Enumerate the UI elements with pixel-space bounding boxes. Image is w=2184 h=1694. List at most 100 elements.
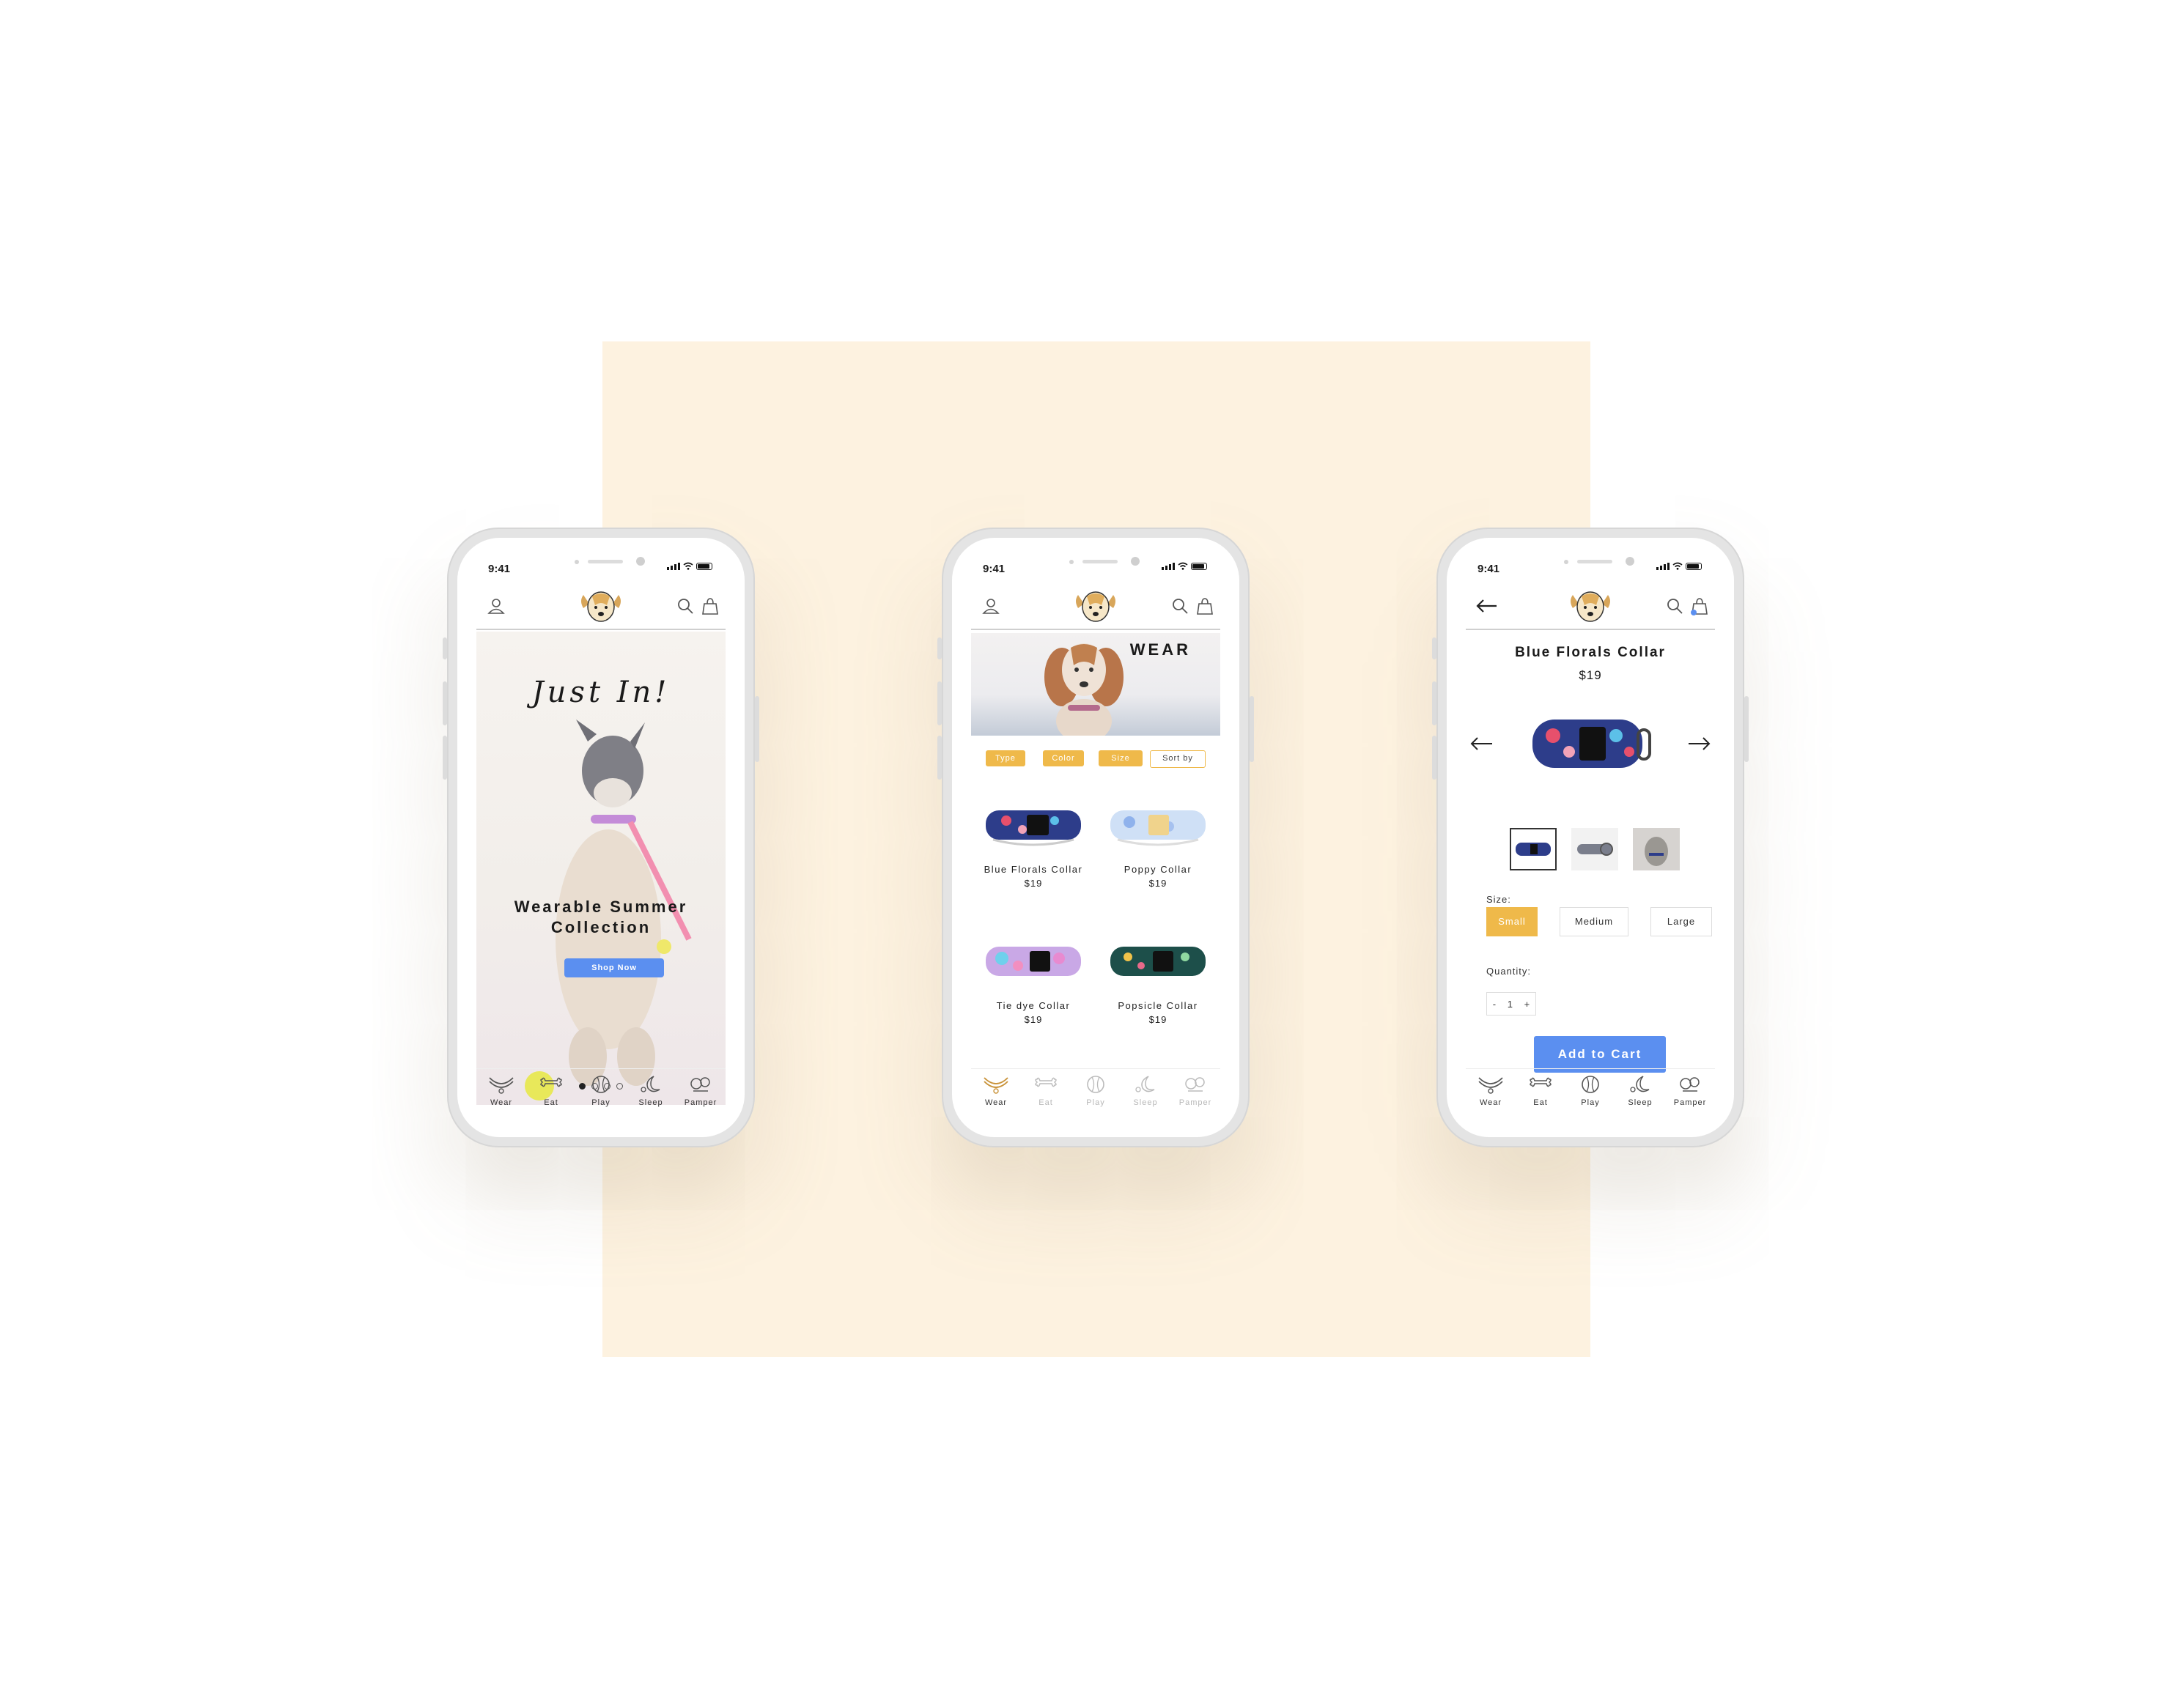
moon-icon	[1135, 1076, 1155, 1092]
status-indicators	[1656, 562, 1702, 570]
filter-color-chip[interactable]: Color	[1043, 750, 1084, 766]
tab-label: Sleep	[1133, 1098, 1158, 1107]
hero-banner[interactable]: Just In! Wearable Summer Collection Shop…	[476, 632, 726, 1105]
tab-label: Eat	[1038, 1098, 1053, 1107]
bone-icon	[1035, 1077, 1057, 1087]
thumbnail-2[interactable]	[1571, 828, 1618, 870]
product-name: Popsicle Collar	[1118, 1000, 1198, 1011]
tab-label: Pamper	[1178, 1098, 1212, 1107]
shopping-bag-icon[interactable]	[701, 596, 720, 615]
spaniel-photo	[1044, 643, 1124, 736]
front-camera	[1626, 557, 1634, 566]
collar-icon	[489, 1077, 514, 1094]
signal-icon	[667, 563, 680, 570]
tab-label: Play	[591, 1098, 610, 1107]
add-to-cart-button[interactable]: Add to Cart	[1534, 1036, 1666, 1073]
product-name: Tie dye Collar	[996, 1000, 1071, 1011]
sort-by-button[interactable]: Sort by	[1150, 750, 1206, 768]
tab-pamper[interactable]: Pamper	[676, 1069, 726, 1121]
side-button	[443, 681, 447, 725]
side-button	[1744, 696, 1749, 762]
bone-icon	[1530, 1077, 1552, 1087]
ball-icon	[1582, 1076, 1599, 1093]
shopping-bag-icon[interactable]	[1195, 596, 1214, 615]
tab-eat[interactable]: Eat	[526, 1069, 576, 1121]
search-icon[interactable]	[1170, 596, 1189, 615]
collar-icon	[1478, 1077, 1503, 1094]
shopping-bag-icon[interactable]	[1690, 596, 1709, 615]
filter-type-chip[interactable]: Type	[986, 750, 1025, 766]
dog-logo-icon[interactable]	[578, 586, 624, 627]
signal-icon	[1162, 563, 1175, 570]
tab-label: Pamper	[684, 1098, 717, 1107]
thumbnail-3[interactable]	[1633, 828, 1680, 870]
shop-now-button[interactable]: Shop Now	[564, 958, 664, 977]
status-time: 9:41	[983, 563, 1006, 575]
front-camera	[636, 557, 645, 566]
tab-label: Sleep	[638, 1098, 663, 1107]
bottom-tab-bar: Wear Eat Play Sleep Pamper	[971, 1068, 1220, 1121]
collar-side-thumbnail-image	[1577, 843, 1613, 856]
tab-wear[interactable]: Wear	[1466, 1069, 1516, 1121]
qty-value[interactable]: 1	[1508, 999, 1513, 1010]
signal-icon	[1656, 563, 1670, 570]
back-arrow-icon[interactable]	[1475, 596, 1498, 615]
front-camera	[1131, 557, 1140, 566]
tab-wear[interactable]: Wear	[971, 1069, 1021, 1121]
tab-eat[interactable]: Eat	[1021, 1069, 1071, 1121]
tab-label: Play	[1086, 1098, 1105, 1107]
poppy-collar-image	[1110, 810, 1206, 846]
side-button	[443, 736, 447, 780]
tab-play[interactable]: Play	[576, 1069, 626, 1121]
tab-label: Pamper	[1673, 1098, 1707, 1107]
collar-icon	[984, 1077, 1008, 1094]
side-button	[1250, 696, 1254, 762]
filter-size-chip[interactable]: Size	[1099, 750, 1143, 766]
qty-increment-button[interactable]: +	[1524, 999, 1530, 1010]
product-card[interactable]: Popsicle Collar $19	[1096, 938, 1220, 1025]
product-price: $19	[1024, 878, 1043, 889]
qty-decrement-button[interactable]: -	[1493, 999, 1496, 1010]
home-screen: 9:41 Just In! Wearable Summer Collection…	[457, 538, 745, 1137]
size-medium-button[interactable]: Medium	[1560, 907, 1628, 936]
tab-sleep[interactable]: Sleep	[626, 1069, 676, 1121]
tab-pamper[interactable]: Pamper	[1170, 1069, 1220, 1121]
side-button	[1432, 736, 1436, 780]
quantity-label: Quantity:	[1486, 966, 1532, 977]
prev-image-arrow-icon[interactable]	[1469, 736, 1494, 752]
size-large-button[interactable]: Large	[1650, 907, 1712, 936]
profile-icon[interactable]	[487, 596, 506, 615]
tab-sleep[interactable]: Sleep	[1121, 1069, 1170, 1121]
profile-icon[interactable]	[981, 596, 1000, 615]
dog-logo-icon[interactable]	[1567, 586, 1614, 627]
tab-pamper[interactable]: Pamper	[1665, 1069, 1715, 1121]
sensor-dot	[1069, 560, 1074, 564]
sensor-dot	[575, 560, 579, 564]
product-card[interactable]: Poppy Collar $19	[1096, 802, 1220, 889]
tab-wear[interactable]: Wear	[476, 1069, 526, 1121]
top-nav	[971, 582, 1220, 630]
tab-play[interactable]: Play	[1071, 1069, 1121, 1121]
sensor-dot	[1564, 560, 1568, 564]
tab-play[interactable]: Play	[1565, 1069, 1615, 1121]
side-button	[1432, 681, 1436, 725]
product-name: Poppy Collar	[1124, 864, 1192, 875]
search-icon[interactable]	[676, 596, 695, 615]
size-small-button[interactable]: Small	[1486, 907, 1538, 936]
search-icon[interactable]	[1665, 596, 1684, 615]
side-button	[1432, 637, 1436, 659]
thumbnail-1[interactable]	[1510, 828, 1557, 870]
dog-wearing-collar-thumbnail-image	[1633, 828, 1680, 870]
listing-screen: 9:41 WEAR Type Color Size Sort by Blue F…	[952, 538, 1239, 1137]
product-card[interactable]: Blue Florals Collar $19	[971, 802, 1096, 889]
product-title: Blue Florals Collar	[1515, 645, 1666, 660]
tab-label: Wear	[984, 1098, 1008, 1107]
dog-logo-icon[interactable]	[1072, 586, 1119, 627]
product-card[interactable]: Tie dye Collar $19	[971, 938, 1096, 1025]
status-bar: 9:41	[457, 538, 745, 575]
next-image-arrow-icon[interactable]	[1687, 736, 1712, 752]
top-nav	[1466, 582, 1715, 630]
tab-sleep[interactable]: Sleep	[1615, 1069, 1665, 1121]
tab-eat[interactable]: Eat	[1516, 1069, 1565, 1121]
speaker-grille	[1082, 560, 1118, 563]
